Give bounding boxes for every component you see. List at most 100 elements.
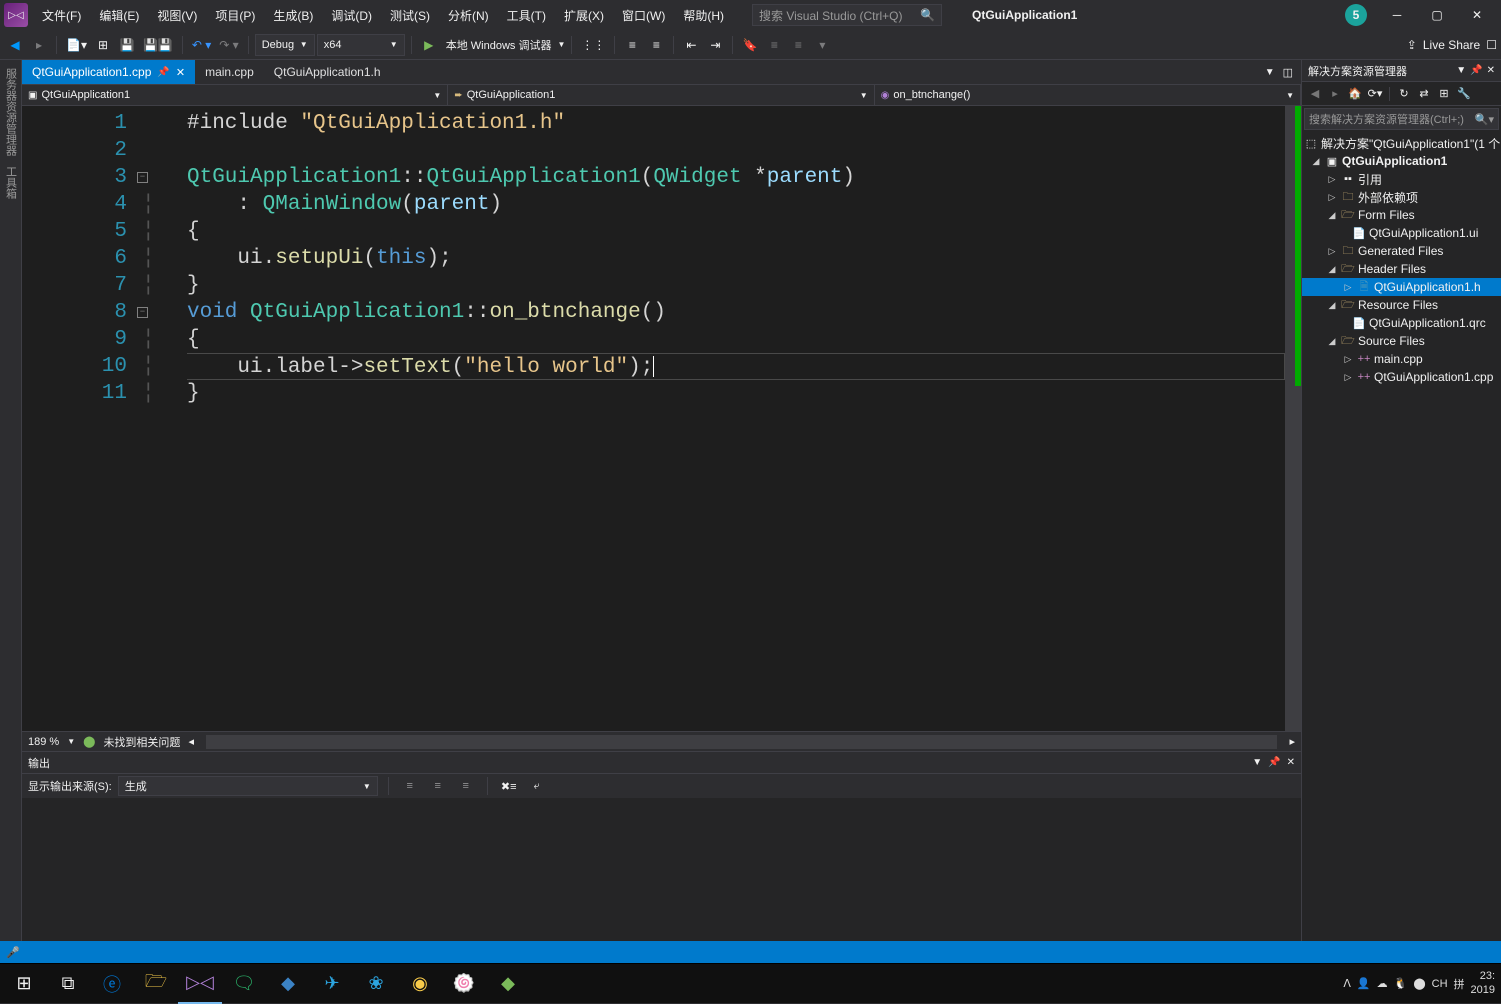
expand-icon[interactable]: ▷ [1342,282,1354,293]
server-explorer-tab[interactable]: 服务器资源管理器 [1,64,21,160]
menu-item[interactable]: 扩展(X) [556,3,612,28]
tree-form-files[interactable]: ◢ 🗁 Form Files [1302,206,1501,224]
redo-button[interactable]: ↷ ▾ [216,34,241,56]
indent-out-button[interactable]: ⇤ [680,34,702,56]
chrome-icon[interactable]: ◉ [398,964,442,1004]
save-button[interactable]: 💾 [116,34,138,56]
scroll-left-arrow[interactable]: ◂ [188,735,194,748]
panel-pin-icon[interactable]: 📌 [1268,757,1280,768]
code-line[interactable]: { [187,218,1285,245]
start-button[interactable]: ⊞ [2,964,46,1004]
fold-gutter[interactable]: −¦¦¦¦−¦¦¦ [137,106,187,731]
menu-item[interactable]: 帮助(H) [675,3,732,28]
editor-tab[interactable]: main.cpp [195,60,264,84]
expand-icon[interactable]: ▷ [1342,354,1354,365]
tree-app-cpp[interactable]: ▷ ++ QtGuiApplication1.cpp [1302,368,1501,386]
expand-icon[interactable]: ▷ [1326,174,1338,185]
solution-tree[interactable]: ⬚ 解决方案"QtGuiApplication1"(1 个 ◢ ▣ QtGuiA… [1302,132,1501,941]
panel-close-icon[interactable]: ✕ [1287,757,1295,768]
sol-refresh-button[interactable]: ↻ [1395,85,1413,103]
start-debug-button[interactable]: ▶ [418,34,440,56]
tree-ui-file[interactable]: 📄 QtGuiApplication1.ui [1302,224,1501,242]
sol-collapse-button[interactable]: ⇄ [1415,85,1433,103]
ime-lang[interactable]: CH [1432,978,1448,990]
expand-icon[interactable]: ◢ [1326,300,1338,311]
code-content[interactable]: #include "QtGuiApplication1.h"QtGuiAppli… [187,106,1285,731]
user-avatar[interactable]: 5 [1345,4,1367,26]
tray-icon-2[interactable]: 🐧 [1394,977,1408,990]
zoom-level[interactable]: 189 % [28,736,59,748]
tree-resource-files[interactable]: ◢ 🗁 Resource Files [1302,296,1501,314]
fold-toggle-icon[interactable]: − [137,307,148,318]
tree-project[interactable]: ◢ ▣ QtGuiApplication1 [1302,152,1501,170]
output-text-area[interactable] [22,798,1301,941]
menu-item[interactable]: 编辑(E) [91,3,147,28]
code-line[interactable]: #include "QtGuiApplication1.h" [187,110,1285,137]
output-source-combo[interactable]: 生成 ▼ [118,776,378,796]
global-search-box[interactable]: 搜索 Visual Studio (Ctrl+Q) 🔍 [752,4,942,26]
indent-in-button[interactable]: ⇥ [704,34,726,56]
code-editor[interactable]: 1234567891011 −¦¦¦¦−¦¦¦ #include "QtGuiA… [22,106,1301,731]
tree-header-files[interactable]: ◢ 🗁 Header Files [1302,260,1501,278]
minimize-button[interactable]: ─ [1377,0,1417,30]
tray-icon-3[interactable]: ⬤ [1413,977,1425,990]
close-tab-icon[interactable]: ✕ [176,66,185,79]
tray-up-icon[interactable]: ᐱ [1343,977,1351,990]
menu-item[interactable]: 视图(V) [149,3,205,28]
problems-status[interactable]: 未找到相关问题 [103,734,180,750]
code-line[interactable]: : QMainWindow(parent) [187,191,1285,218]
toolbox-tab[interactable]: 工具箱 [1,162,21,203]
expand-icon[interactable]: ▷ [1342,372,1354,383]
system-tray[interactable]: ᐱ 👤 ☁ 🐧 ⬤ CH 拼 23: 2019 [1343,970,1499,996]
sol-sync-button[interactable]: ⟳▾ [1366,85,1384,103]
code-line[interactable]: ui.setupUi(this); [187,245,1285,272]
close-button[interactable]: ✕ [1457,0,1497,30]
undo-button[interactable]: ↶ ▾ [189,34,214,56]
app-icon-4[interactable]: ◆ [486,964,530,1004]
menu-item[interactable]: 工具(T) [499,3,554,28]
app-icon-1[interactable]: ◆ [266,964,310,1004]
nav-back-button[interactable]: ◀ [4,34,26,56]
live-share-button[interactable]: Live Share [1423,38,1480,52]
bookmark-button[interactable]: 🔖 [739,34,761,56]
sol-showall-button[interactable]: ⊞ [1435,85,1453,103]
output-wrap-button[interactable]: ⤶ [526,775,548,797]
task-view-button[interactable]: ⧉ [46,964,90,1004]
editor-tab[interactable]: QtGuiApplication1.cpp📌✕ [22,60,195,84]
toolbar-btn-1[interactable]: ⋮⋮ [578,34,608,56]
panel-dropdown-icon[interactable]: ▼ [1456,65,1466,76]
live-share-icon[interactable]: ⇪ [1407,38,1417,52]
open-button[interactable]: ⊞ [92,34,114,56]
output-btn-3[interactable]: ≡ [455,775,477,797]
sol-fwd-button[interactable]: ▸ [1326,85,1344,103]
menu-item[interactable]: 分析(N) [440,3,497,28]
menu-item[interactable]: 窗口(W) [614,3,673,28]
output-btn-2[interactable]: ≡ [427,775,449,797]
menu-item[interactable]: 测试(S) [382,3,438,28]
config-combo[interactable]: Debug▼ [255,34,315,56]
sol-properties-button[interactable]: 🔧 [1455,85,1473,103]
toolbar-btn-3[interactable]: ≡ [645,34,667,56]
people-icon[interactable]: 👤 [1357,977,1371,990]
expand-icon[interactable]: ◢ [1326,264,1338,275]
tree-source-files[interactable]: ◢ 🗁 Source Files [1302,332,1501,350]
toolbar-more[interactable]: ▾ [811,34,833,56]
nav-fwd-button[interactable]: ▸ [28,34,50,56]
tree-references[interactable]: ▷ ▪▪ 引用 [1302,170,1501,188]
split-view-icon[interactable]: ◫ [1279,66,1297,79]
tab-overflow-icon[interactable]: ▼ [1261,67,1279,78]
comment-button[interactable]: ≡ [763,34,785,56]
feedback-button[interactable]: ☐ [1486,38,1497,52]
panel-pin-icon[interactable]: 📌 [1470,65,1482,76]
tree-external-deps[interactable]: ▷ 🗀 外部依赖项 [1302,188,1501,206]
telegram-icon[interactable]: ✈ [310,964,354,1004]
mic-icon[interactable]: 🎤 [6,946,20,959]
expand-icon[interactable]: ◢ [1326,210,1338,221]
tree-header-file[interactable]: ▷ 🗎 QtGuiApplication1.h [1302,278,1501,296]
nav-scope-project[interactable]: ▣ QtGuiApplication1 ▼ [22,85,448,105]
menu-item[interactable]: 生成(B) [265,3,321,28]
nav-scope-method[interactable]: ◉ on_btnchange() ▼ [875,85,1301,105]
tree-main-cpp[interactable]: ▷ ++ main.cpp [1302,350,1501,368]
menu-item[interactable]: 文件(F) [34,3,89,28]
code-line[interactable]: { [187,326,1285,353]
